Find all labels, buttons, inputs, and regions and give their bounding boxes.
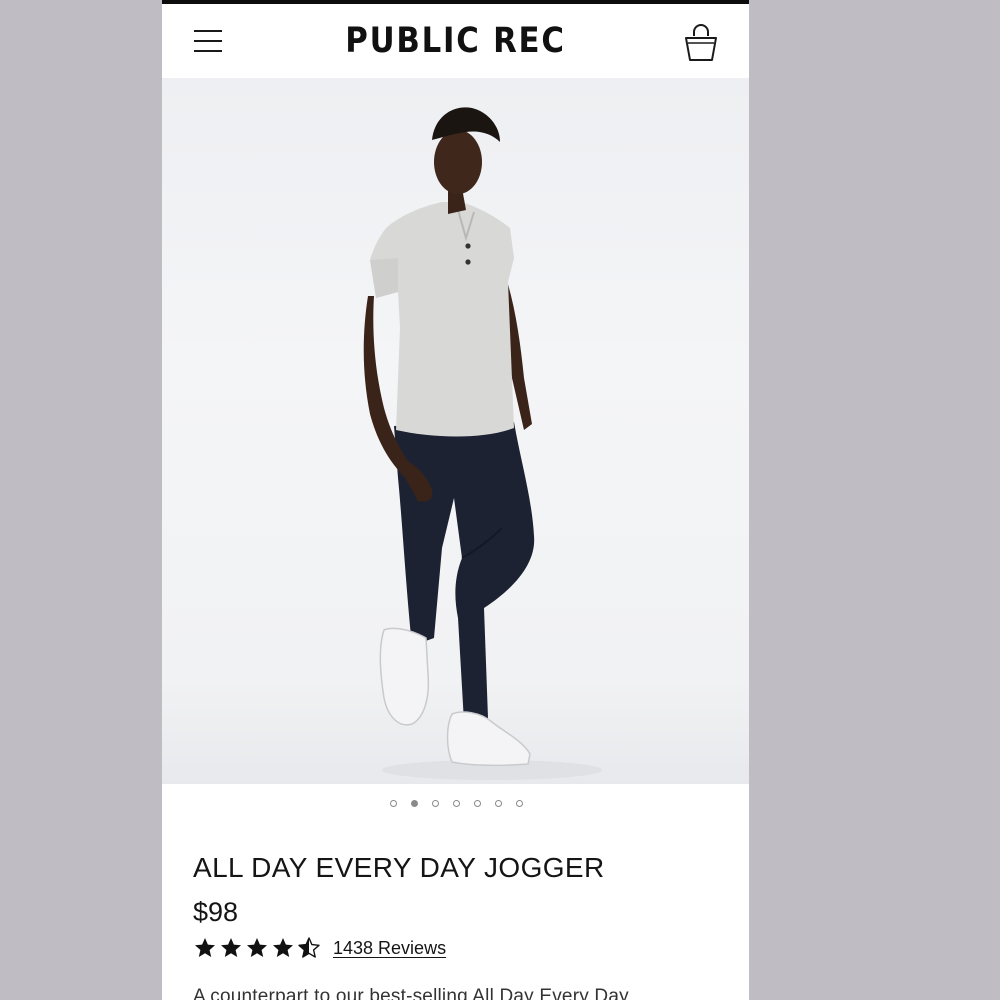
product-description: A counterpart to our best-selling All Da… (193, 986, 629, 1000)
product-image[interactable] (162, 78, 749, 784)
carousel-dots (162, 800, 749, 812)
star-icon (221, 938, 241, 957)
half-star-icon (298, 937, 320, 958)
brand-logo[interactable]: PUBLIC REC (197, 20, 714, 62)
carousel-dot[interactable] (473, 800, 481, 807)
reviews-link[interactable]: 1438 Reviews (333, 938, 446, 959)
carousel-dot[interactable] (431, 800, 439, 807)
product-rating: 1438 Reviews (193, 934, 446, 962)
carousel-dot[interactable] (494, 800, 502, 807)
carousel-dot[interactable] (389, 800, 397, 807)
carousel-dot-active[interactable] (410, 800, 418, 807)
product-title: ALL DAY EVERY DAY JOGGER (193, 852, 605, 883)
carousel-dot[interactable] (515, 800, 523, 807)
shopping-bag-icon[interactable] (680, 22, 722, 64)
site-header: PUBLIC REC (162, 4, 749, 78)
phone-screen: PUBLIC REC ALL DAY EVERY DAY JOGGER $98 … (162, 0, 749, 1000)
product-price: $98 (193, 897, 239, 927)
carousel-dot[interactable] (452, 800, 460, 807)
star-icon (247, 938, 267, 957)
star-rating (193, 936, 321, 960)
star-icon (195, 938, 215, 957)
star-icon (273, 938, 293, 957)
product-photo-man-in-jogger (363, 107, 602, 780)
